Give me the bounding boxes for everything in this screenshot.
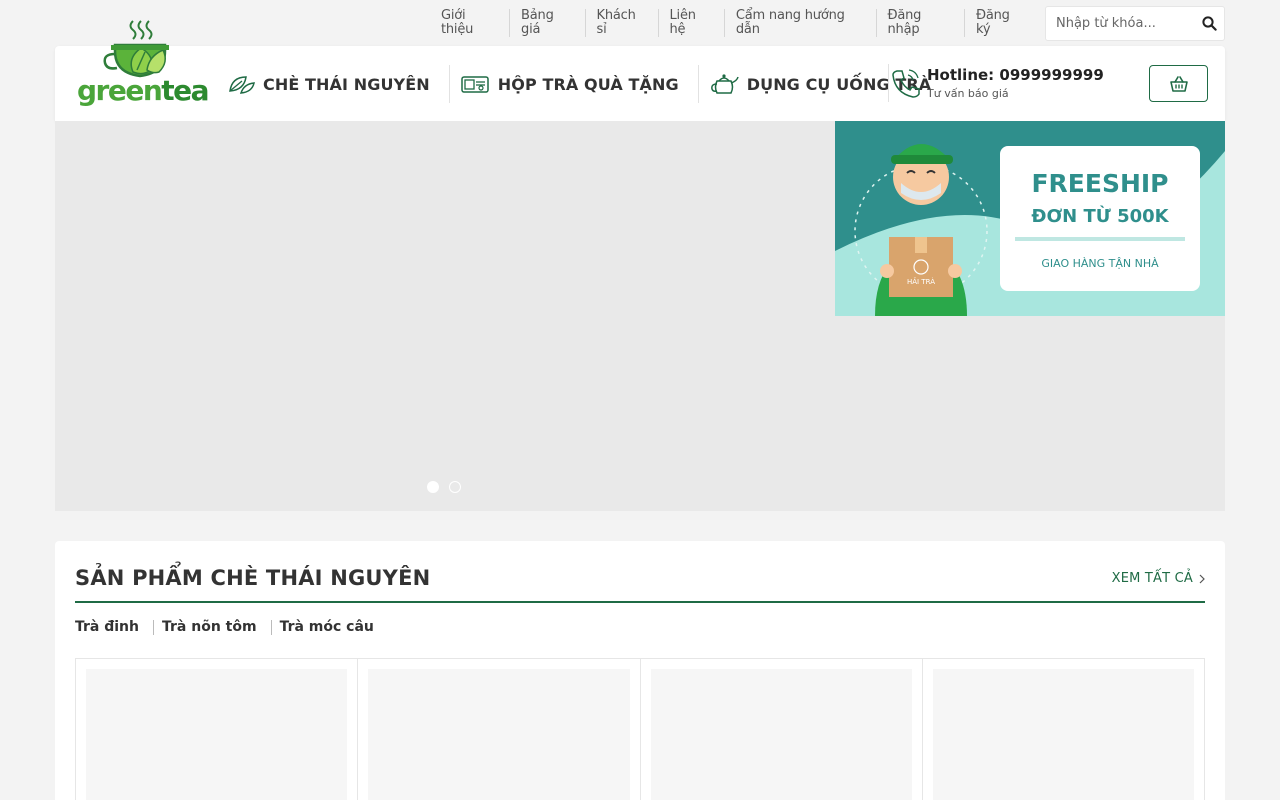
- top-link-wholesale[interactable]: Khách sỉ: [584, 9, 658, 37]
- cart-button[interactable]: [1149, 65, 1208, 102]
- top-link-guide[interactable]: Cẩm nang hướng dẫn: [723, 9, 876, 37]
- basket-icon: [1169, 75, 1188, 92]
- product-card[interactable]: [76, 659, 359, 800]
- section-header: SẢN PHẨM CHÈ THÁI NGUYÊN XEM TẤT CẢ: [75, 563, 1205, 603]
- svg-text:GIAO HÀNG TẬN NHÀ: GIAO HÀNG TẬN NHÀ: [1041, 257, 1159, 270]
- hotline[interactable]: Hotline: 0999999999 Tư vấn báo giá: [888, 64, 1104, 102]
- top-links: Giới thiệu Bảng giá Khách sỉ Liên hệ Cẩm…: [430, 9, 1036, 37]
- svg-text:FREESHIP: FREESHIP: [1031, 169, 1168, 198]
- top-link-contact[interactable]: Liên hệ: [657, 9, 724, 37]
- tea-leaf-icon: [229, 76, 255, 94]
- see-all-label: XEM TẤT CẢ: [1111, 571, 1193, 586]
- nav-item-che-thai-nguyen[interactable]: CHÈ THÁI NGUYÊN: [227, 65, 449, 103]
- slider-dots: [427, 481, 471, 493]
- main-header: greentea CHÈ THÁI NGUYÊN HỘP TRÀ QUÀ TẶN…: [55, 20, 1225, 121]
- section-title: SẢN PHẨM CHÈ THÁI NGUYÊN: [75, 566, 431, 590]
- product-image-placeholder: [86, 669, 348, 800]
- products-section: SẢN PHẨM CHÈ THÁI NGUYÊN XEM TẤT CẢ Trà …: [55, 541, 1225, 800]
- logo[interactable]: greentea: [75, 18, 210, 118]
- main-nav: CHÈ THÁI NGUYÊN HỘP TRÀ QUÀ TẶNG DỤNG CỤ…: [227, 64, 950, 104]
- tea-cup-logo-icon: [103, 20, 169, 78]
- top-link-pricing[interactable]: Bảng giá: [509, 9, 585, 37]
- top-link-login[interactable]: Đăng nhập: [875, 9, 965, 37]
- slider-dot-1[interactable]: [427, 481, 439, 493]
- tab-tra-non-tom[interactable]: Trà nõn tôm: [153, 620, 271, 635]
- svg-text:ĐƠN TỪ 500K: ĐƠN TỪ 500K: [1031, 205, 1169, 227]
- product-grid: [75, 658, 1205, 800]
- hotline-number: Hotline: 0999999999: [927, 65, 1104, 84]
- hero-banner[interactable]: HẢI TRÀ FREESHIP ĐƠN TỪ 500K GIAO HÀNG T…: [55, 121, 1225, 511]
- product-card[interactable]: [358, 659, 641, 800]
- product-image-placeholder: [932, 669, 1194, 800]
- freeship-illustration: HẢI TRÀ FREESHIP ĐƠN TỪ 500K GIAO HÀNG T…: [835, 121, 1225, 316]
- product-image-placeholder: [368, 669, 630, 800]
- product-image-placeholder: [650, 669, 912, 800]
- svg-text:HẢI TRÀ: HẢI TRÀ: [907, 277, 935, 286]
- top-link-about[interactable]: Giới thiệu: [430, 9, 509, 37]
- search-icon[interactable]: [1194, 7, 1224, 40]
- nav-label: CHÈ THÁI NGUYÊN: [263, 74, 430, 94]
- see-all-link[interactable]: XEM TẤT CẢ: [1112, 571, 1205, 586]
- hotline-subtitle: Tư vấn báo giá: [927, 86, 1009, 100]
- nav-label: HỘP TRÀ QUÀ TẶNG: [497, 74, 679, 94]
- tab-tra-moc-cau[interactable]: Trà móc câu: [270, 620, 388, 635]
- gift-box-icon: [461, 76, 489, 93]
- product-card[interactable]: [923, 659, 1205, 800]
- search-box: [1045, 5, 1225, 41]
- chevron-right-icon: [1199, 574, 1205, 583]
- freeship-promo-banner[interactable]: HẢI TRÀ FREESHIP ĐƠN TỪ 500K GIAO HÀNG T…: [835, 121, 1225, 316]
- phone-icon: [892, 69, 920, 98]
- search-input[interactable]: [1046, 15, 1194, 31]
- tab-tra-dinh[interactable]: Trà đinh: [75, 620, 153, 635]
- nav-item-hop-tra-qua-tang[interactable]: HỘP TRÀ QUÀ TẶNG: [448, 65, 698, 103]
- top-link-register[interactable]: Đăng ký: [964, 9, 1036, 37]
- logo-wordmark: greentea: [77, 74, 210, 107]
- teapot-icon: [710, 74, 739, 94]
- product-card[interactable]: [641, 659, 923, 800]
- slider-dot-2[interactable]: [449, 481, 461, 493]
- category-tabs: Trà đinh Trà nõn tôm Trà móc câu: [75, 620, 388, 635]
- top-bar: Giới thiệu Bảng giá Khách sỉ Liên hệ Cẩm…: [430, 5, 1225, 41]
